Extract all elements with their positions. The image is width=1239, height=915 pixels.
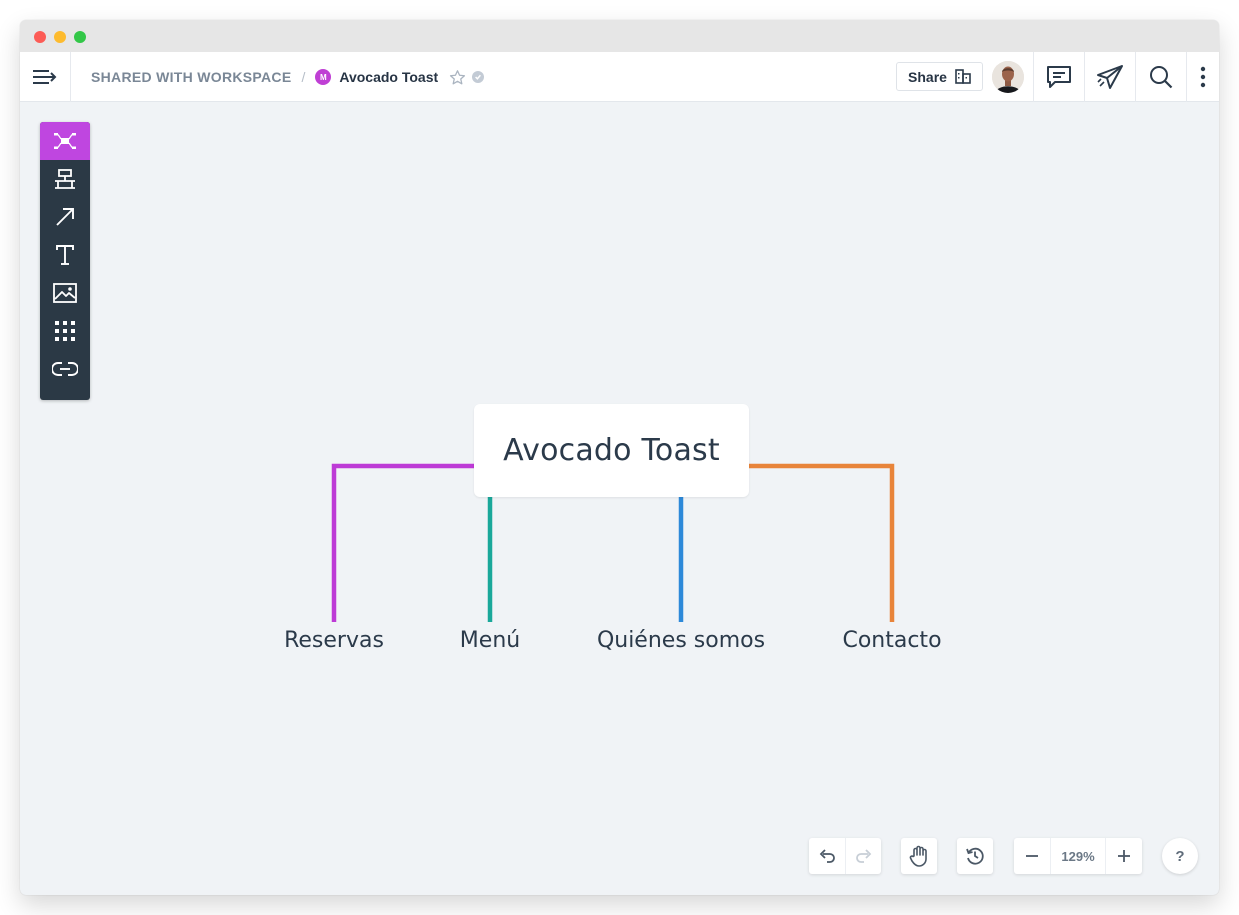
child-node-reservas[interactable]: Reservas — [284, 628, 384, 653]
maximize-window-button[interactable] — [74, 31, 86, 43]
zoom-out-icon — [1026, 855, 1038, 857]
hand-button[interactable] — [901, 838, 937, 874]
undo-redo-group — [809, 838, 881, 874]
verified-icon — [472, 71, 485, 83]
zoom-in-icon — [1118, 850, 1130, 862]
history-button[interactable] — [957, 838, 993, 874]
window-titlebar — [20, 20, 1219, 52]
history-icon — [966, 847, 984, 865]
hand-icon — [909, 845, 927, 867]
zoom-group: 129% — [1014, 838, 1142, 874]
breadcrumb-separator: / — [301, 69, 306, 85]
mindmap-connectors — [331, 463, 895, 622]
redo-icon — [855, 849, 871, 863]
menu-arrow-icon — [33, 70, 57, 84]
building-icon — [955, 69, 971, 84]
connector-contacto — [749, 463, 895, 622]
history-group — [957, 838, 993, 874]
help-button[interactable]: ? — [1162, 838, 1198, 874]
top-bar: SHARED WITH WORKSPACE / M Avocado Toast … — [20, 52, 1219, 102]
comments-button[interactable] — [1033, 52, 1084, 102]
child-node-contacto[interactable]: Contacto — [842, 628, 941, 653]
avatar-icon — [992, 61, 1024, 93]
zoom-level[interactable]: 129% — [1050, 838, 1106, 874]
pan-group — [901, 838, 937, 874]
doc-badge: M — [315, 69, 332, 85]
close-window-button[interactable] — [34, 31, 46, 43]
breadcrumb-workspace-link[interactable]: SHARED WITH WORKSPACE — [91, 69, 291, 85]
more-button[interactable] — [1186, 52, 1219, 102]
undo-button[interactable] — [809, 838, 845, 874]
zoom-in-button[interactable] — [1106, 838, 1142, 874]
breadcrumb: SHARED WITH WORKSPACE / M Avocado Toast — [91, 52, 485, 102]
send-icon — [1097, 65, 1123, 89]
present-button[interactable] — [1084, 52, 1135, 102]
favorite-button[interactable] — [449, 69, 466, 86]
child-node-quienes-somos[interactable]: Quiénes somos — [597, 628, 765, 653]
more-vertical-icon — [1200, 66, 1206, 88]
child-node-menu[interactable]: Menú — [460, 628, 520, 653]
share-button[interactable]: Share — [896, 62, 983, 91]
app-window: SHARED WITH WORKSPACE / M Avocado Toast … — [20, 20, 1219, 895]
menu-button[interactable] — [20, 52, 71, 102]
doc-title[interactable]: Avocado Toast — [339, 69, 438, 85]
share-label: Share — [908, 68, 947, 85]
zoom-out-button[interactable] — [1014, 838, 1050, 874]
user-avatar[interactable] — [992, 61, 1024, 93]
redo-button[interactable] — [845, 838, 881, 874]
connector-reservas — [331, 463, 474, 622]
star-icon — [450, 69, 466, 84]
comment-icon — [1047, 66, 1071, 88]
mindmap-center-node[interactable]: Avocado Toast — [474, 404, 749, 497]
minimize-window-button[interactable] — [54, 31, 66, 43]
undo-icon — [819, 849, 835, 863]
search-icon — [1150, 66, 1173, 89]
search-button[interactable] — [1135, 52, 1186, 102]
center-node-label: Avocado Toast — [503, 433, 720, 468]
